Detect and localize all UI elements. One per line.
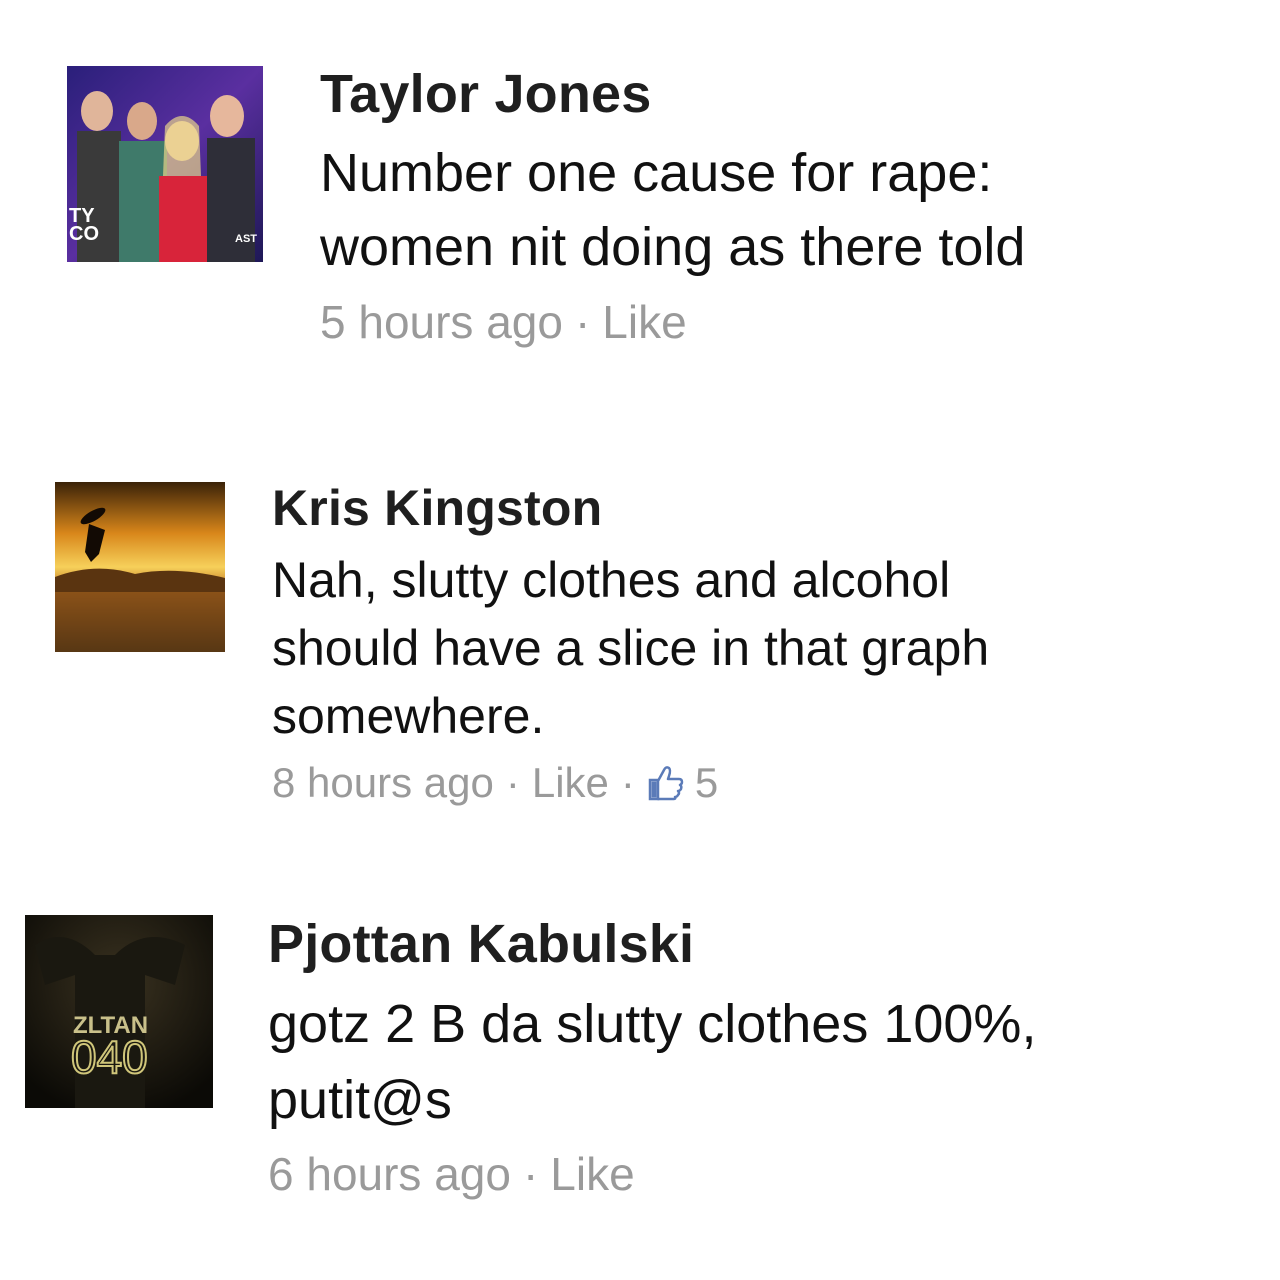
avatar[interactable]: ZLTAN 040	[25, 915, 213, 1108]
author-name[interactable]: Kris Kingston	[272, 478, 1260, 538]
timestamp[interactable]: 5 hours ago	[320, 292, 563, 352]
separator: ·	[505, 759, 520, 806]
separator: ·	[574, 296, 591, 348]
comment-meta: 8 hours ago · Like · 5	[272, 754, 1260, 812]
comment-meta: 6 hours ago · Like	[268, 1144, 1260, 1204]
timestamp[interactable]: 6 hours ago	[268, 1144, 511, 1204]
comment-text: gotz 2 B da slutty clothes 100%, putit@s	[268, 994, 1037, 1130]
like-count: 5	[694, 759, 719, 806]
thumbs-up-icon[interactable]	[647, 764, 685, 802]
like-link[interactable]: Like	[550, 1144, 634, 1204]
author-name[interactable]: Taylor Jones	[320, 62, 1260, 126]
avatar[interactable]	[55, 482, 225, 652]
comment-text: Number one cause for rape: women nit doi…	[320, 143, 1026, 277]
comment-body: Kris Kingston Nah, slutty clothes and al…	[272, 478, 1260, 812]
comment-text: Nah, slutty clothes and alcohol should h…	[272, 552, 990, 744]
comment-body: Taylor Jones Number one cause for rape: …	[320, 62, 1260, 352]
comment-meta: 5 hours ago · Like	[320, 292, 1260, 352]
comment-body: Pjottan Kabulski gotz 2 B da slutty clot…	[268, 912, 1260, 1204]
separator: ·	[620, 759, 635, 806]
avatar-text: CO	[69, 223, 99, 245]
avatar[interactable]: TY CO AST	[67, 66, 263, 262]
separator: ·	[522, 1148, 539, 1200]
avatar-text: AST	[235, 233, 257, 245]
like-link[interactable]: Like	[602, 292, 686, 352]
avatar-text: 040	[71, 1031, 148, 1083]
author-name[interactable]: Pjottan Kabulski	[268, 912, 1260, 976]
timestamp[interactable]: 8 hours ago	[272, 754, 494, 812]
like-link[interactable]: Like	[532, 754, 609, 812]
